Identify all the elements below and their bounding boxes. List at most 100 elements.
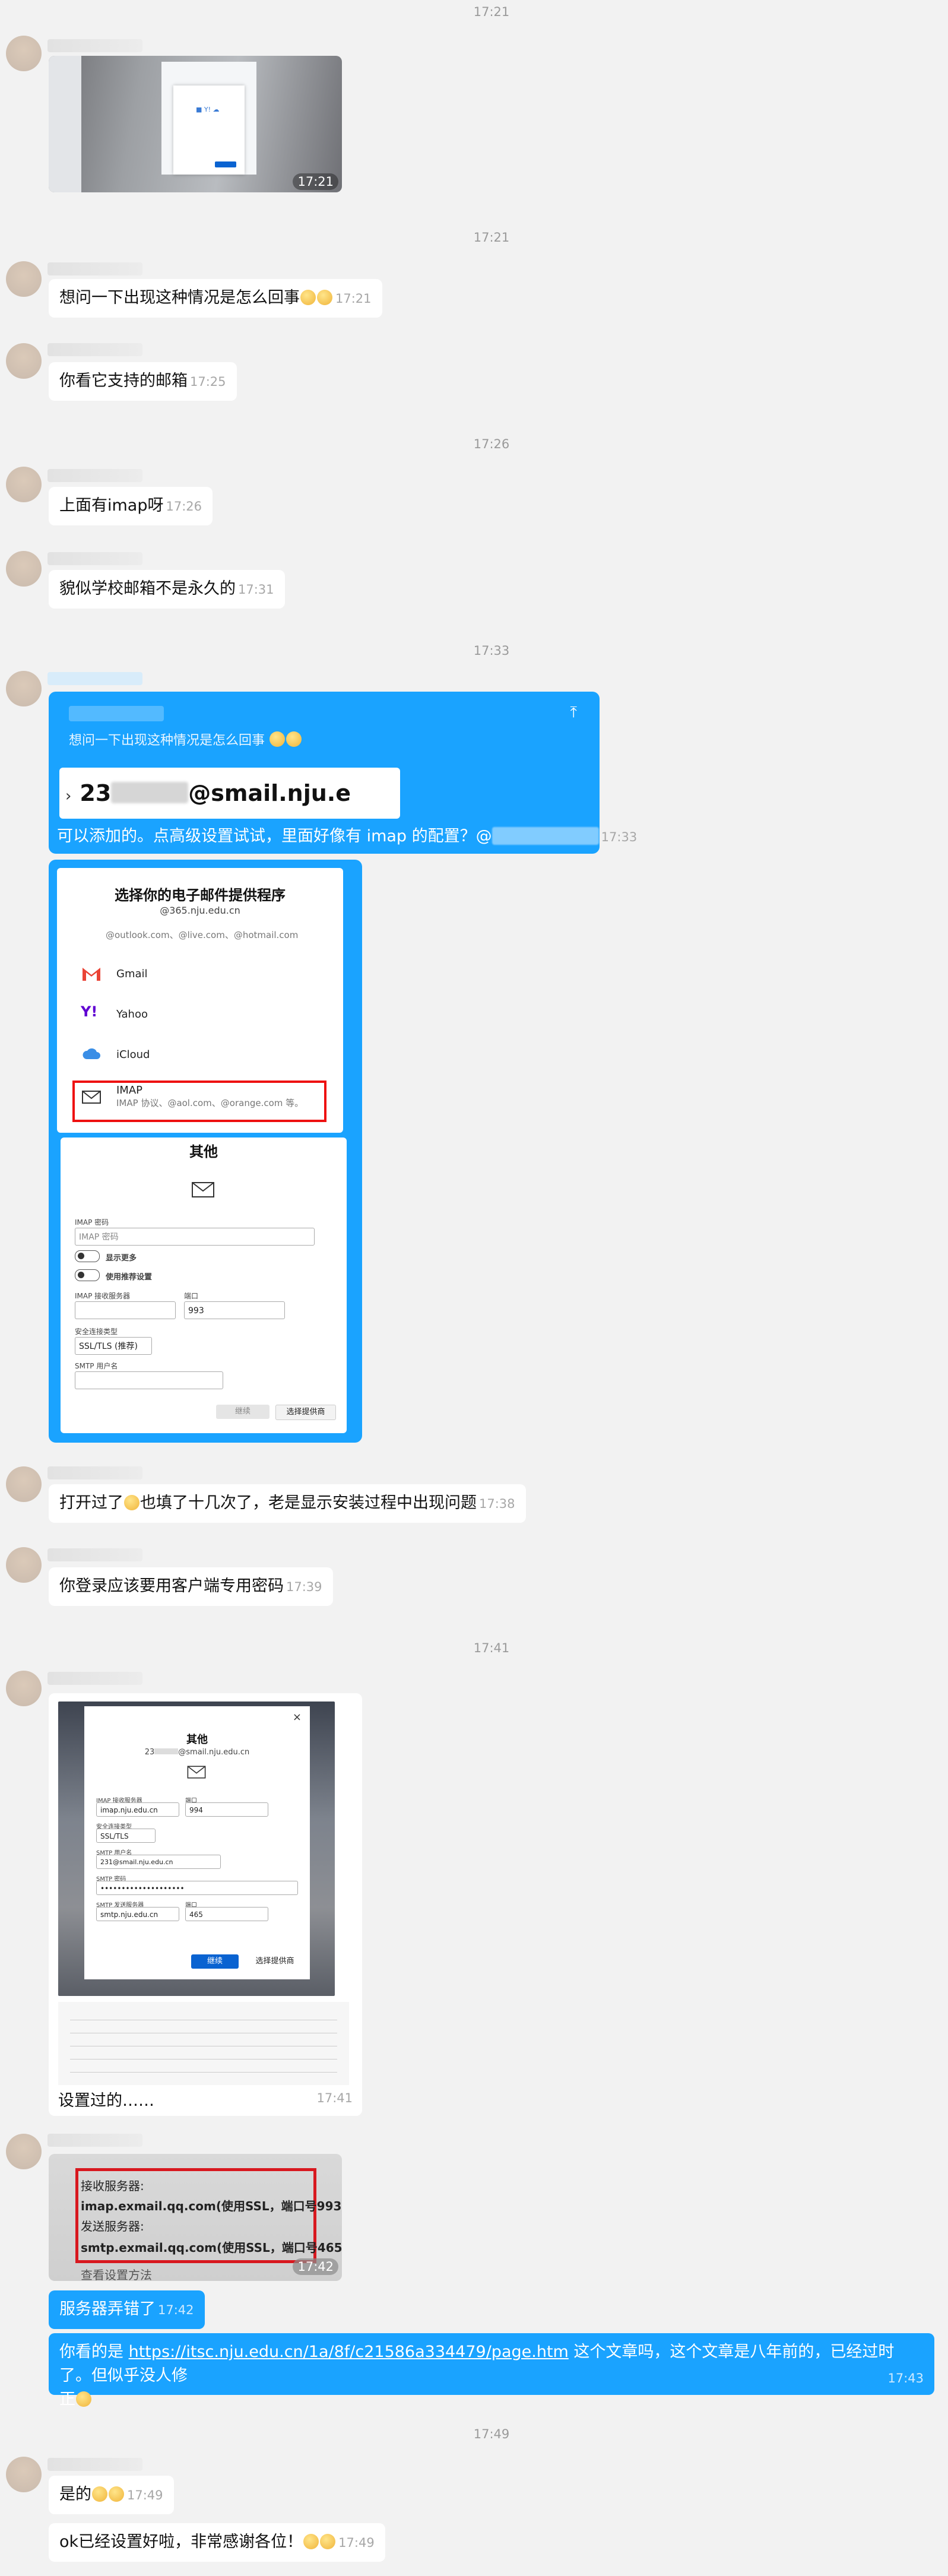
sender-name — [47, 2458, 142, 2471]
imap-server-field[interactable]: imap.nju.edu.cn — [96, 1802, 179, 1817]
photo-dialog-button — [215, 161, 236, 167]
recommended-toggle[interactable] — [75, 1269, 100, 1281]
message-bubble[interactable]: 你看的是 https://itsc.nju.edu.cn/1a/8f/c2158… — [49, 2333, 934, 2409]
message-bubble[interactable]: 你看它支持的邮箱 17:25 — [49, 362, 237, 401]
port-field[interactable]: 993 — [184, 1301, 285, 1319]
avatar[interactable] — [6, 2134, 42, 2169]
message-bubble[interactable]: 你登录应该要用客户端专用密码 17:39 — [49, 1567, 333, 1606]
message-bubble[interactable]: 想问一下出现这种情况是怎么回事 17:21 — [49, 279, 382, 318]
sender-name — [47, 1548, 142, 1561]
message-time: 17:39 — [286, 1580, 322, 1594]
choose-provider-button[interactable]: 选择提供商 — [248, 1954, 302, 1969]
smtp-user-field[interactable] — [75, 1371, 223, 1389]
security-select[interactable]: SSL/TLS (推荐) — [75, 1337, 152, 1355]
smtp-password-field[interactable]: •••••••••••••••••••• — [96, 1881, 298, 1895]
message-text: 你看它支持的邮箱 — [59, 372, 188, 390]
emoji-icon — [286, 731, 302, 747]
message-time: 17:41 — [316, 2091, 353, 2105]
choose-provider-button[interactable]: 选择提供商 — [275, 1405, 336, 1420]
message-time: 17:49 — [127, 2488, 163, 2502]
message-time: 17:21 — [335, 291, 372, 306]
message-time: 17:38 — [479, 1497, 515, 1511]
reply-message[interactable]: ⤒ 想问一下出现这种情况是怎么回事 › 23 @smail.nju.e 可以添加的。… — [49, 692, 637, 854]
message-bubble[interactable]: 是的 17:49 — [49, 2476, 174, 2514]
message-bubble[interactable]: 服务器弄错了 17:42 — [49, 2290, 205, 2329]
avatar[interactable] — [6, 467, 42, 502]
avatar[interactable] — [6, 343, 42, 379]
port-field[interactable]: 994 — [185, 1802, 268, 1817]
continue-button[interactable]: 继续 — [216, 1405, 270, 1419]
message-text: 是的 — [59, 2485, 91, 2504]
field-label: 安全连接类型 — [75, 1327, 118, 1336]
message-time: 17:42 — [293, 2258, 338, 2275]
sender-name — [47, 1672, 142, 1685]
avatar[interactable] — [6, 671, 42, 706]
emoji-icon — [124, 1495, 139, 1510]
smtp-port-field[interactable]: 465 — [185, 1907, 268, 1921]
avatar[interactable] — [6, 1466, 42, 1502]
redaction — [111, 782, 189, 803]
message-bubble[interactable]: 貌似学校邮箱不是永久的 17:31 — [49, 570, 285, 609]
emoji-icon — [92, 2486, 107, 2502]
provider-yahoo[interactable]: Yahoo — [116, 1008, 148, 1021]
provider-gmail[interactable]: Gmail — [116, 968, 148, 980]
imap-server-field[interactable] — [75, 1301, 176, 1319]
other-provider-screenshot[interactable]: 其他 IMAP 密码 IMAP 密码 显示更多 使用推荐设置 IMAP 接收服务… — [61, 1138, 347, 1433]
timestamp: 17:49 — [473, 2427, 510, 2441]
imap-password-field[interactable]: IMAP 密码 — [75, 1228, 315, 1246]
message-text: 正 — [59, 2390, 75, 2409]
emoji-icon — [109, 2486, 124, 2502]
smtp-user-field[interactable]: 231@smail.nju.edu.cn — [96, 1855, 221, 1869]
article-link[interactable]: https://itsc.nju.edu.cn/1a/8f/c21586a334… — [129, 2343, 569, 2361]
sender-name — [47, 469, 142, 482]
message-bubble[interactable]: 打开过了 也填了十几次了，老是显示安装过程中出现问题 17:38 — [49, 1484, 526, 1523]
message-text: 可以添加的。点高级设置试试，里面好像有 imap 的配置？@ 17:33 — [57, 827, 638, 845]
outgoing-label: 发送服务器: — [81, 2219, 144, 2233]
toggle-label: 使用推荐设置 — [106, 1273, 153, 1282]
image-text-message[interactable]: × 其他 23 @smail.nju.edu.cn IMAP 接收服务器 端口 i… — [49, 1693, 362, 2116]
incoming-value: imap.exmail.qq.com(使用SSL，端口号993) — [81, 2199, 342, 2213]
emoji-icon — [303, 2534, 319, 2549]
shared-photo[interactable]: ■ Y! ☁ 17:21 — [49, 56, 342, 192]
settings-dialog: × 其他 23 @smail.nju.edu.cn IMAP 接收服务器 端口 i… — [84, 1706, 310, 1979]
table-screenshot[interactable] — [58, 2002, 349, 2085]
avatar[interactable] — [6, 36, 42, 71]
collapse-icon[interactable]: ⤒ — [570, 704, 578, 722]
avatar[interactable] — [6, 551, 42, 587]
provider-imap[interactable]: IMAP IMAP 协议、@aol.com、@orange.com 等。 — [116, 1084, 303, 1109]
timestamp: 17:26 — [473, 437, 510, 451]
continue-button[interactable]: 继续 — [191, 1954, 239, 1969]
panel-title: 其他 — [189, 1143, 218, 1160]
show-more-toggle[interactable] — [75, 1250, 100, 1262]
emoji-icon — [317, 290, 332, 305]
yahoo-icon: Y! — [81, 1003, 98, 1020]
sender-name — [47, 1466, 142, 1479]
field-label: SMTP 用户名 — [75, 1362, 118, 1370]
avatar[interactable] — [6, 1671, 42, 1706]
quote-prefix: 23 — [80, 780, 112, 806]
image-message[interactable]: 选择你的电子邮件提供程序 @365.nju.edu.cn @outlook.co… — [49, 860, 362, 1443]
field-label: IMAP 密码 — [75, 1218, 109, 1227]
message-time: 17:49 — [338, 2536, 375, 2550]
provider-icloud[interactable]: iCloud — [116, 1048, 150, 1061]
chat-transcript: 17:21 ■ Y! ☁ 17:21 17:21 想问一下出现这种情况是怎么回事… — [0, 0, 948, 2576]
avatar[interactable] — [6, 1547, 42, 1583]
settings-screenshot[interactable]: × 其他 23 @smail.nju.edu.cn IMAP 接收服务器 端口 i… — [58, 1702, 335, 1996]
sender-name — [47, 552, 142, 565]
avatar[interactable] — [6, 2457, 42, 2492]
smtp-server-field[interactable]: smtp.nju.edu.cn — [96, 1907, 179, 1921]
emoji-icon — [320, 2534, 336, 2549]
field-label: IMAP 接收服务器 — [75, 1292, 131, 1300]
message-bubble[interactable]: ok已经设置好啦，非常感谢各位！ 17:49 — [49, 2523, 385, 2562]
avatar[interactable] — [6, 261, 42, 297]
gmail-icon — [83, 968, 100, 981]
provider-outlook: @outlook.com、@live.com、@hotmail.com — [106, 930, 299, 940]
panel-title: 选择你的电子邮件提供程序 — [115, 887, 286, 904]
server-info-image[interactable]: 接收服务器: imap.exmail.qq.com(使用SSL，端口号993) … — [49, 2154, 342, 2281]
security-select[interactable]: SSL/TLS — [96, 1829, 156, 1843]
quoted-link-card[interactable]: › 23 @smail.nju.e — [59, 768, 400, 819]
incoming-label: 接收服务器: — [81, 2179, 144, 2193]
message-time: 17:21 — [293, 173, 338, 190]
provider-picker-screenshot[interactable]: 选择你的电子邮件提供程序 @365.nju.edu.cn @outlook.co… — [57, 868, 343, 1133]
message-bubble[interactable]: 上面有imap呀 17:26 — [49, 487, 213, 525]
